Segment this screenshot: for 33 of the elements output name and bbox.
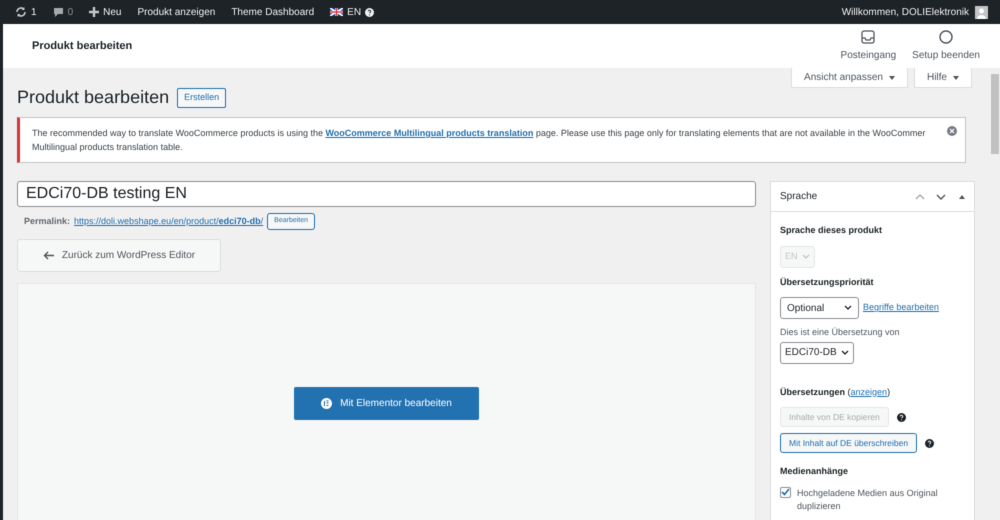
checkbox-label: Hochgeladene Medien aus Original duplizieren: [797, 486, 939, 512]
field-label: Dies ist eine Übersetzung von: [780, 326, 901, 339]
field-label: Übersetzungen (anzeigen): [780, 386, 892, 399]
page-title: Produkt bearbeiten: [17, 86, 170, 109]
field-label: Übersetzungspriorität: [780, 276, 875, 289]
updates-link[interactable]: 1: [15, 4, 37, 20]
header-action[interactable]: Posteingang: [832, 30, 904, 62]
show-translations-link[interactable]: anzeigen: [850, 386, 888, 396]
admin-bar-link[interactable]: Produkt anzeigen: [137, 4, 216, 20]
permalink-label: Permalink:: [24, 214, 70, 228]
admin-bar-link[interactable]: Theme Dashboard: [231, 4, 314, 20]
notice-link[interactable]: WooCommerce Multilingual products translation: [325, 128, 534, 138]
comments-link[interactable]: 0: [52, 4, 74, 20]
terms-link[interactable]: Begriffe bearbeiten: [863, 301, 939, 315]
elementor-button[interactable]: Mit Elementor bearbeiten: [294, 386, 479, 420]
translation-button[interactable]: Mit Inhalt auf DE überschreiben: [780, 433, 918, 453]
back-to-editor-button[interactable]: Zurück zum WordPress Editor: [17, 239, 221, 272]
greeting-link[interactable]: Willkommen, DOLIElektronik: [842, 4, 988, 20]
header-title: Produkt bearbeiten: [32, 38, 132, 54]
new-link[interactable]: Neu: [89, 4, 122, 20]
screen-tab[interactable]: Ansicht anpassen: [791, 68, 908, 88]
add-new-button[interactable]: Erstellen: [177, 88, 226, 108]
header-action[interactable]: Setup beenden: [904, 30, 988, 62]
language-switcher[interactable]: EN: [330, 4, 374, 20]
title-field[interactable]: EDCi70-DB testing EN: [17, 181, 756, 207]
priority-select[interactable]: Optional: [780, 297, 859, 319]
field-label: Sprache dieses produkt: [780, 224, 884, 237]
permalink-link[interactable]: https://doli.webshape.eu/en/product/edci70-db/: [74, 214, 264, 228]
box-title: Sprache: [780, 190, 818, 204]
notice-text: Multilingual products translation table.: [32, 141, 184, 154]
original-select[interactable]: EDCi70-DB: [780, 342, 854, 364]
field-label: Medienanhänge: [780, 465, 850, 478]
screen-tab[interactable]: Hilfe: [914, 68, 972, 88]
